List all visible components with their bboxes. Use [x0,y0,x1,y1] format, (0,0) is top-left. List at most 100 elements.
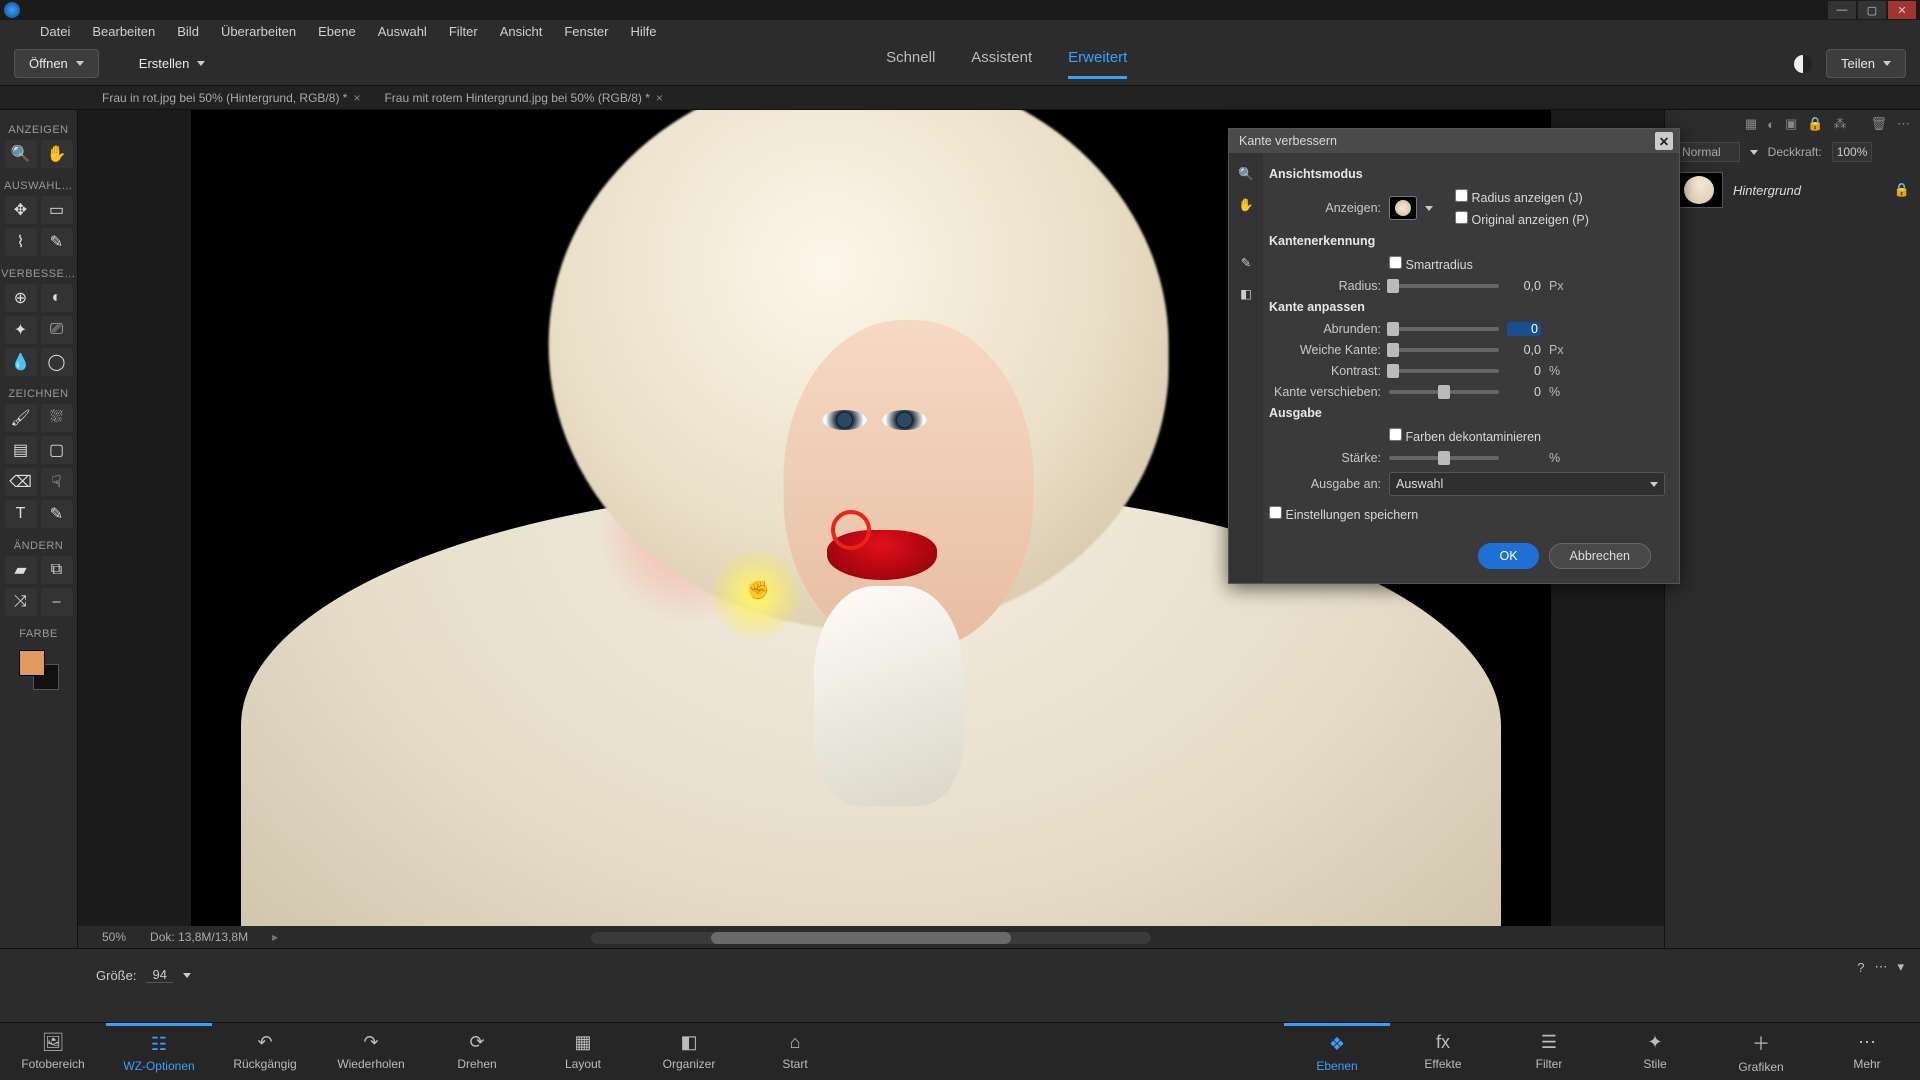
close-icon[interactable]: × [656,91,663,105]
menu-filter[interactable]: Filter [449,24,478,39]
crop-tool[interactable]: ▰ [5,556,37,584]
chevron-down-icon[interactable] [183,973,191,978]
radius-slider[interactable] [1389,284,1499,288]
bb-wz-optionen[interactable]: ☷WZ-Optionen [106,1023,212,1080]
amount-slider[interactable] [1389,456,1499,460]
bb-effekte[interactable]: fxEffekte [1390,1023,1496,1080]
bb-filter[interactable]: ☰Filter [1496,1023,1602,1080]
brush-tool[interactable]: 🖌 [5,404,37,432]
more-icon[interactable]: ⋯ [1874,959,1887,975]
shift-slider[interactable] [1389,390,1499,394]
window-maximize-button[interactable]: ▢ [1858,1,1886,19]
healing-brush-tool[interactable]: ✦ [5,316,37,344]
trash-icon[interactable]: 🗑 [1870,116,1887,132]
horizontal-scrollbar[interactable] [591,932,1151,944]
dialog-hand-tool[interactable]: ✋ [1238,198,1254,213]
text-tool[interactable]: T [5,500,37,528]
layer-thumbnail[interactable] [1675,172,1723,208]
size-value[interactable]: 94 [146,967,172,983]
panel-menu-icon[interactable]: ⋯ [1897,116,1910,132]
document-tab[interactable]: Frau mit rotem Hintergrund.jpg bei 50% (… [372,91,674,105]
smudge-tool[interactable]: ☟ [41,468,73,496]
ok-button[interactable]: OK [1478,543,1538,569]
spot-heal-tool[interactable]: ◐ [41,284,73,312]
contrast-value[interactable]: 0 [1507,364,1541,378]
tab-erweitert[interactable]: Erweitert [1068,49,1127,79]
menu-datei[interactable]: Datei [40,24,70,39]
menu-ansicht[interactable]: Ansicht [500,24,543,39]
shape-tool[interactable]: ▢ [41,436,73,464]
cancel-button[interactable]: Abbrechen [1549,543,1651,569]
tab-schnell[interactable]: Schnell [886,49,935,79]
tab-assistent[interactable]: Assistent [971,49,1032,79]
bb-layout[interactable]: ▦Layout [530,1023,636,1080]
layer-lock-icon[interactable]: 🔒 [1894,182,1910,198]
theme-toggle-icon[interactable] [1794,55,1812,73]
color-swatches[interactable] [19,650,59,690]
scrollbar-thumb[interactable] [711,932,1011,944]
bb-grafiken[interactable]: ＋Grafiken [1708,1023,1814,1080]
create-button[interactable]: Erstellen [125,50,220,77]
share-button[interactable]: Teilen [1826,49,1906,78]
layer-row[interactable]: Hintergrund 🔒 [1665,166,1920,214]
foreground-color-swatch[interactable] [19,650,45,676]
window-minimize-button[interactable]: — [1828,1,1856,19]
blur-tool[interactable]: 💧 [5,348,37,376]
open-button[interactable]: Öffnen [14,49,99,78]
mask-icon[interactable]: ▣ [1785,116,1797,132]
menu-bild[interactable]: Bild [177,24,199,39]
help-icon[interactable]: ? [1857,960,1864,975]
menu-auswahl[interactable]: Auswahl [378,24,427,39]
dialog-zoom-tool[interactable]: 🔍 [1238,167,1254,182]
output-to-select[interactable]: Auswahl [1389,472,1665,496]
view-mode-picker[interactable] [1389,196,1417,220]
smooth-slider[interactable] [1389,327,1499,331]
dialog-titlebar[interactable]: Kante verbessern ✕ [1229,129,1679,153]
content-move-tool[interactable]: ⤨ [5,588,37,616]
quick-select-tool[interactable]: ✎ [41,228,73,256]
show-original-checkbox[interactable]: Original anzeigen (P) [1455,211,1589,227]
marquee-tool[interactable]: ▭ [41,196,73,224]
menu-hilfe[interactable]: Hilfe [630,24,656,39]
recompose-tool[interactable]: ⧉ [41,556,73,584]
erase-refine-tool[interactable]: ◧ [1240,286,1252,301]
chevron-down-icon[interactable] [1425,206,1433,211]
new-layer-icon[interactable]: ▦ [1745,116,1757,132]
blend-mode-select[interactable]: Normal [1675,142,1740,162]
show-radius-checkbox[interactable]: Radius anzeigen (J) [1455,189,1589,205]
bb-stile[interactable]: ✦Stile [1602,1023,1708,1080]
close-icon[interactable]: × [353,91,360,105]
hand-tool[interactable]: ✋ [41,140,73,168]
collapse-icon[interactable]: ▾ [1897,959,1904,975]
document-tab[interactable]: Frau in rot.jpg bei 50% (Hintergrund, RG… [90,91,372,105]
smooth-value[interactable]: 0 [1507,322,1541,336]
bb-rotate[interactable]: ⟳Drehen [424,1023,530,1080]
fx-icon[interactable]: ⁂ [1833,116,1846,132]
gradient-tool[interactable]: ▤ [5,436,37,464]
remember-settings-checkbox[interactable]: Einstellungen speichern [1269,506,1418,522]
feather-value[interactable]: 0,0 [1507,343,1541,357]
contrast-slider[interactable] [1389,369,1499,373]
zoom-tool[interactable]: 🔍 [5,140,37,168]
menu-ebene[interactable]: Ebene [318,24,356,39]
radius-value[interactable]: 0,0 [1507,279,1541,293]
dialog-close-button[interactable]: ✕ [1655,132,1673,150]
menu-ueberarbeiten[interactable]: Überarbeiten [221,24,296,39]
eraser-tool[interactable]: ⌫ [5,468,37,496]
pencil-tool[interactable]: ✎ [41,500,73,528]
lock-icon[interactable]: 🔒 [1807,116,1823,132]
straighten-tool[interactable]: ⎯ [41,588,73,616]
chevron-right-icon[interactable]: ▸ [272,930,278,944]
redeye-tool[interactable]: ⊕ [5,284,37,312]
refine-brush-tool[interactable]: ✎ [1241,255,1251,270]
paint-bucket-tool[interactable]: ⛆ [41,404,73,432]
menu-bearbeiten[interactable]: Bearbeiten [92,24,155,39]
sponge-tool[interactable]: ◯ [41,348,73,376]
bb-mehr[interactable]: ⋯Mehr [1814,1023,1920,1080]
bb-home[interactable]: ⌂Start [742,1023,848,1080]
move-tool[interactable]: ✥ [5,196,37,224]
feather-slider[interactable] [1389,348,1499,352]
menu-fenster[interactable]: Fenster [564,24,608,39]
bb-undo[interactable]: ↶Rückgängig [212,1023,318,1080]
bb-fotobereich[interactable]: 🖼Fotobereich [0,1023,106,1080]
